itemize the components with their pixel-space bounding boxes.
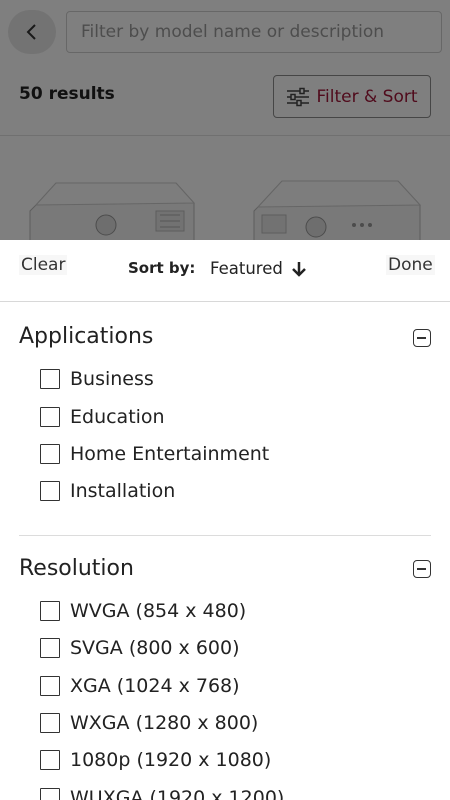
filter-option[interactable]: Education [40,406,165,428]
sheet-header: Clear Sort by: Featured Done [0,240,450,302]
checkbox[interactable] [40,750,60,770]
option-label: Home Entertainment [70,443,270,465]
clear-button[interactable]: Clear [19,255,68,275]
section-applications: Applications Business Education Home Ent… [0,302,450,538]
section-resolution: Resolution WVGA (854 x 480) SVGA (800 x … [0,536,450,800]
filter-option[interactable]: XGA (1024 x 768) [40,675,240,697]
checkbox[interactable] [40,369,60,389]
checkbox[interactable] [40,444,60,464]
option-label: SVGA (800 x 600) [70,637,240,659]
filter-option[interactable]: Home Entertainment [40,443,269,465]
option-label: Business [70,368,154,390]
checkbox[interactable] [40,788,60,800]
option-label: WUXGA (1920 x 1200) [70,787,285,800]
checkbox[interactable] [40,601,60,621]
section-title: Applications [19,324,154,349]
filter-option[interactable]: Installation [40,480,175,502]
done-button[interactable]: Done [386,255,435,275]
checkbox[interactable] [40,407,60,427]
checkbox[interactable] [40,676,60,696]
filter-option[interactable]: WXGA (1280 x 800) [40,712,258,734]
option-label: 1080p (1920 x 1080) [70,749,272,771]
option-label: Installation [70,480,176,502]
filter-sort-sheet: Clear Sort by: Featured Done Application… [0,240,450,800]
filter-option[interactable]: WUXGA (1920 x 1200) [40,787,284,800]
section-title: Resolution [19,556,134,581]
checkbox[interactable] [40,638,60,658]
filter-option[interactable]: 1080p (1920 x 1080) [40,749,271,771]
sort-value: Featured [210,259,283,278]
option-label: WVGA (854 x 480) [70,600,247,622]
product-list-page: Filter by model name or description 50 r… [0,0,450,240]
filter-option[interactable]: WVGA (854 x 480) [40,600,246,622]
checkbox[interactable] [40,713,60,733]
minus-square-icon[interactable] [413,329,431,347]
filter-option[interactable]: Business [40,368,154,390]
filter-option[interactable]: SVGA (800 x 600) [40,637,240,659]
sort-dropdown[interactable]: Featured [210,259,307,278]
checkbox[interactable] [40,481,60,501]
arrow-down-icon [291,261,306,277]
option-label: Education [70,406,165,428]
minus-square-icon[interactable] [413,560,431,578]
option-label: WXGA (1280 x 800) [70,712,259,734]
option-label: XGA (1024 x 768) [70,675,240,697]
modal-overlay[interactable] [0,0,450,240]
sort-by-label: Sort by: [128,259,196,277]
